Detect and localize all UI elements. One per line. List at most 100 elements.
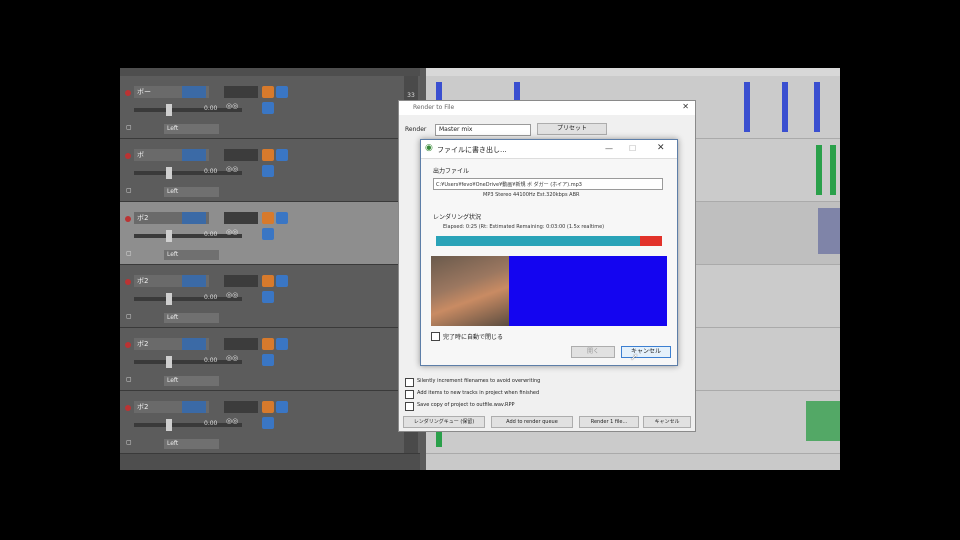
mute-button[interactable] <box>262 338 274 350</box>
knob-icons: ◎◎ <box>226 417 239 425</box>
solo-button[interactable] <box>276 401 288 413</box>
fx-button[interactable] <box>262 417 274 429</box>
track-row[interactable]: ボ 0.00 ◎◎ ▢ Left 34 <box>120 139 420 202</box>
pan-control[interactable]: Left <box>164 376 219 386</box>
track-meter <box>182 338 206 350</box>
auto-close-checkbox[interactable] <box>431 332 440 341</box>
video-frame-thumbnail <box>431 256 509 326</box>
pan-control[interactable]: Left <box>164 313 219 323</box>
track-meter <box>182 401 206 413</box>
pan-control[interactable]: Left <box>164 250 219 260</box>
knob-icons: ◎◎ <box>226 291 239 299</box>
media-item[interactable] <box>782 82 788 132</box>
mute-button[interactable] <box>262 275 274 287</box>
render-files-button[interactable]: Render 1 file... <box>579 416 639 428</box>
track-row[interactable]: ボ2 0.00 ◎◎ ▢ Left 38 <box>120 391 420 454</box>
mute-button[interactable] <box>262 212 274 224</box>
trim-icon[interactable]: ▢ <box>126 376 132 383</box>
fader-knob[interactable] <box>166 167 172 179</box>
fx-button[interactable] <box>262 228 274 240</box>
open-button[interactable]: 開く <box>571 346 615 358</box>
trim-icon[interactable]: ▢ <box>126 187 132 194</box>
pan-control[interactable]: Left <box>164 124 219 134</box>
fx-button[interactable] <box>262 102 274 114</box>
minimize-icon[interactable]: — <box>605 144 613 153</box>
close-icon[interactable]: ✕ <box>682 102 689 111</box>
pan-control[interactable]: Left <box>164 439 219 449</box>
fx-button[interactable] <box>262 165 274 177</box>
track-row[interactable]: ボ2 0.00 ◎◎ ▢ Left 37 <box>120 328 420 391</box>
track-meter <box>182 86 206 98</box>
fx-slot[interactable] <box>224 212 258 224</box>
record-arm-icon[interactable] <box>125 279 131 285</box>
knob-icons: ◎◎ <box>226 165 239 173</box>
volume-value: 0.00 <box>204 105 218 112</box>
knob-icons: ◎◎ <box>226 102 239 110</box>
maximize-icon[interactable]: ☐ <box>629 144 636 153</box>
fx-slot[interactable] <box>224 149 258 161</box>
fader-knob[interactable] <box>166 293 172 305</box>
progress-fill <box>436 236 640 246</box>
render-cancel-button[interactable]: キャンセル <box>643 416 691 428</box>
media-item[interactable] <box>814 82 820 132</box>
app-icon: ◉ <box>425 143 433 153</box>
fader-knob[interactable] <box>166 104 172 116</box>
add-items-checkbox[interactable] <box>405 390 414 399</box>
cancel-button[interactable]: キャンセル <box>621 346 671 358</box>
mute-button[interactable] <box>262 401 274 413</box>
mouse-cursor-icon: ➚ <box>630 352 639 363</box>
fx-slot[interactable] <box>224 86 258 98</box>
solo-button[interactable] <box>276 86 288 98</box>
trim-icon[interactable]: ▢ <box>126 124 132 131</box>
track-row-selected[interactable]: ボ2 0.00 ◎◎ ▢ Left 35 <box>120 202 420 265</box>
track-meter <box>182 212 206 224</box>
fader-knob[interactable] <box>166 356 172 368</box>
media-item[interactable] <box>816 145 822 195</box>
trim-icon[interactable]: ▢ <box>126 439 132 446</box>
knob-icons: ◎◎ <box>226 354 239 362</box>
record-arm-icon[interactable] <box>125 216 131 222</box>
render-dialog-title: Render to File <box>413 104 455 111</box>
fader-knob[interactable] <box>166 230 172 242</box>
record-arm-icon[interactable] <box>125 342 131 348</box>
volume-value: 0.00 <box>204 294 218 301</box>
fx-slot[interactable] <box>224 401 258 413</box>
status-label: レンダリング状況 <box>433 214 482 221</box>
save-copy-checkbox[interactable] <box>405 402 414 411</box>
format-info: MP3 Stereo 44100Hz Est.320kbps ABR <box>483 192 580 198</box>
record-arm-icon[interactable] <box>125 90 131 96</box>
solo-button[interactable] <box>276 149 288 161</box>
audio-waveform[interactable] <box>806 401 840 441</box>
timeline-ruler[interactable] <box>426 68 840 76</box>
add-to-render-queue-button[interactable]: Add to render queue <box>491 416 573 428</box>
track-row[interactable]: ボ2 0.00 ◎◎ ▢ Left 36 <box>120 265 420 328</box>
presets-button[interactable]: プリセット <box>537 123 607 135</box>
trim-icon[interactable]: ▢ <box>126 250 132 257</box>
mute-button[interactable] <box>262 86 274 98</box>
render-progress-dialog: ◉ ファイルに書き出し... — ☐ ✕ 出力ファイル C:¥Users¥fev… <box>420 139 678 366</box>
render-source-select[interactable]: Master mix <box>435 124 531 136</box>
fader-knob[interactable] <box>166 419 172 431</box>
video-preview <box>431 256 667 326</box>
close-icon[interactable]: ✕ <box>657 143 665 153</box>
track-meter <box>182 275 206 287</box>
progress-clip-indicator <box>640 236 662 246</box>
trim-icon[interactable]: ▢ <box>126 313 132 320</box>
media-item[interactable] <box>744 82 750 132</box>
solo-button[interactable] <box>276 338 288 350</box>
record-arm-icon[interactable] <box>125 153 131 159</box>
mute-button[interactable] <box>262 149 274 161</box>
audio-waveform[interactable] <box>818 208 840 254</box>
record-arm-icon[interactable] <box>125 405 131 411</box>
media-item[interactable] <box>830 145 836 195</box>
solo-button[interactable] <box>276 275 288 287</box>
fx-slot[interactable] <box>224 275 258 287</box>
fx-button[interactable] <box>262 291 274 303</box>
solo-button[interactable] <box>276 212 288 224</box>
track-row[interactable]: ボー 0.00 ◎◎ ▢ Left 33 <box>120 76 420 139</box>
queue-button[interactable]: レンダリングキュー (保留) <box>403 416 485 428</box>
fx-slot[interactable] <box>224 338 258 350</box>
silently-increment-checkbox[interactable] <box>405 378 414 387</box>
pan-control[interactable]: Left <box>164 187 219 197</box>
fx-button[interactable] <box>262 354 274 366</box>
